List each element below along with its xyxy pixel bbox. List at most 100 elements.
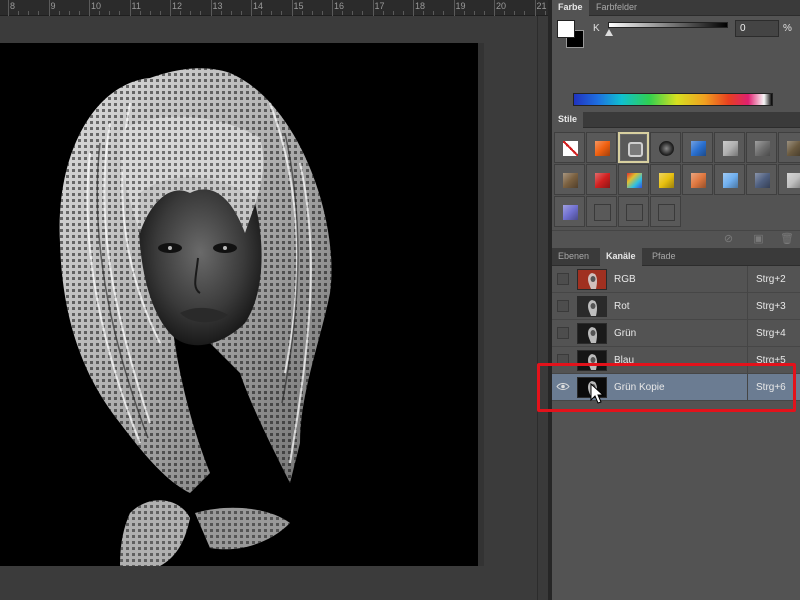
purple-gel-style-swatch (563, 205, 578, 220)
gray-plate-style-swatch (723, 141, 738, 156)
ruler-minor-tick (402, 11, 404, 15)
tab-ebenen[interactable]: Ebenen (552, 248, 595, 266)
gray-plate-style[interactable] (714, 132, 745, 163)
dark-bevel-style-swatch (755, 141, 770, 156)
new-style-icon[interactable]: ▣ (752, 233, 765, 246)
ruler-minor-tick (119, 11, 121, 15)
ruler-minor-tick (109, 11, 111, 15)
channels-panel-tabs: Ebenen Kanäle Pfade (552, 248, 800, 266)
k-slider-thumb[interactable] (605, 29, 613, 36)
ruler-label: 12 (172, 1, 183, 11)
tab-kanaele[interactable]: Kanäle (600, 248, 642, 266)
ruler-minor-tick (220, 11, 222, 15)
ruler-minor-tick (240, 11, 242, 15)
orange-glow-style[interactable] (586, 132, 617, 163)
no-style-icon-swatch (563, 141, 578, 156)
channel-row-rgb[interactable]: RGB Strg+2 (552, 266, 800, 293)
styles-footer: ⊘ ▣ 🗑 (552, 230, 800, 248)
channel-thumbnail (577, 323, 607, 344)
visibility-toggle[interactable] (557, 327, 569, 339)
styles-panel: Stile ⊘ ▣ 🗑 (552, 112, 800, 248)
clear-style-icon[interactable]: ⊘ (722, 233, 735, 246)
tab-farbfelder[interactable]: Farbfelder (590, 0, 643, 16)
channels-panel: Ebenen Kanäle Pfade RGB Strg+2 Rot Strg+3 Gr… (552, 248, 800, 600)
blue-gel-style-swatch (691, 141, 706, 156)
ruler-minor-tick (514, 11, 516, 15)
ruler-minor-tick (392, 11, 394, 15)
ruler-minor-tick (443, 11, 445, 15)
color-panel-tabs: Farbe Farbfelder (552, 0, 800, 16)
photoshop-window: 8 9 10 11 12 13 14 15 16 17 18 19 20 21 (0, 0, 800, 600)
wood-style[interactable] (554, 164, 585, 195)
tab-farbe[interactable]: Farbe (552, 0, 589, 16)
bronze-style-swatch (787, 141, 800, 156)
empty-style-swatch (658, 204, 675, 221)
ruler-tick (372, 0, 374, 16)
tab-stile[interactable]: Stile (552, 112, 584, 128)
sky-style[interactable] (714, 164, 745, 195)
channel-name: RGB (614, 274, 636, 285)
gray-frame-style[interactable] (618, 132, 649, 163)
ruler-minor-tick (99, 11, 101, 15)
color-spectrum-bar[interactable] (573, 93, 773, 106)
bronze-style[interactable] (778, 132, 800, 163)
ruler-tick (291, 0, 293, 16)
dark-button-style[interactable] (650, 132, 681, 163)
rainbow-style[interactable] (618, 164, 649, 195)
visibility-toggle[interactable] (557, 273, 569, 285)
ruler-tick (494, 0, 495, 16)
sunset-style[interactable] (682, 164, 713, 195)
visibility-toggle[interactable] (557, 300, 569, 312)
pattern-style[interactable] (778, 164, 800, 195)
purple-gel-style[interactable] (554, 196, 585, 227)
foreground-color-swatch[interactable] (557, 20, 575, 38)
ruler-minor-tick (362, 11, 364, 15)
tab-pfade[interactable]: Pfade (646, 248, 682, 266)
ruler-minor-tick (230, 11, 232, 15)
canvas-area[interactable]: 8 9 10 11 12 13 14 15 16 17 18 19 20 21 (0, 0, 566, 600)
empty-style[interactable] (618, 196, 649, 227)
ruler-label: 13 (212, 1, 223, 11)
ruler-minor-tick (180, 11, 182, 15)
ruler-minor-tick (58, 11, 60, 15)
k-value-input[interactable] (735, 20, 779, 37)
ruler-label: 19 (455, 1, 466, 11)
document-canvas[interactable] (0, 43, 478, 566)
panel-dock: Farbe Farbfelder K % Stile ⊘ ▣ 🗑 (552, 0, 800, 600)
dark-bevel-style[interactable] (746, 132, 777, 163)
ruler-tick (129, 0, 131, 16)
empty-style[interactable] (586, 196, 617, 227)
trash-icon[interactable]: 🗑 (780, 233, 794, 246)
ruler-minor-tick (139, 11, 141, 15)
ruler-minor-tick (473, 11, 475, 15)
empty-style-swatch (626, 204, 643, 221)
orange-glow-style-swatch (595, 141, 610, 156)
ruler-minor-tick (382, 11, 384, 15)
landscape-style[interactable] (746, 164, 777, 195)
ruler-tick (413, 0, 414, 16)
k-slider[interactable] (608, 22, 728, 28)
red-button-style-swatch (595, 173, 610, 188)
pattern-style-swatch (787, 173, 800, 188)
ruler-minor-tick (271, 11, 273, 15)
empty-style[interactable] (650, 196, 681, 227)
no-style-icon[interactable] (554, 132, 585, 163)
ruler-minor-tick (483, 11, 485, 15)
channel-row-rot[interactable]: Rot Strg+3 (552, 293, 800, 320)
ruler-minor-tick (504, 11, 506, 15)
ruler-label: 16 (334, 1, 345, 11)
ruler-label: 18 (415, 1, 426, 11)
percent-label: % (783, 23, 792, 34)
blue-gel-style[interactable] (682, 132, 713, 163)
portrait-image (59, 68, 332, 566)
red-button-style[interactable] (586, 164, 617, 195)
highlight-annotation-box (537, 363, 796, 412)
wood-style-swatch (563, 173, 578, 188)
gold-style[interactable] (650, 164, 681, 195)
ruler-minor-tick (433, 11, 435, 15)
channel-thumbnail (577, 296, 607, 317)
gold-style-swatch (659, 173, 674, 188)
channel-row-grün[interactable]: Grün Strg+4 (552, 320, 800, 347)
ruler-minor-tick (301, 11, 303, 15)
canvas-scrollbar[interactable] (537, 16, 548, 600)
